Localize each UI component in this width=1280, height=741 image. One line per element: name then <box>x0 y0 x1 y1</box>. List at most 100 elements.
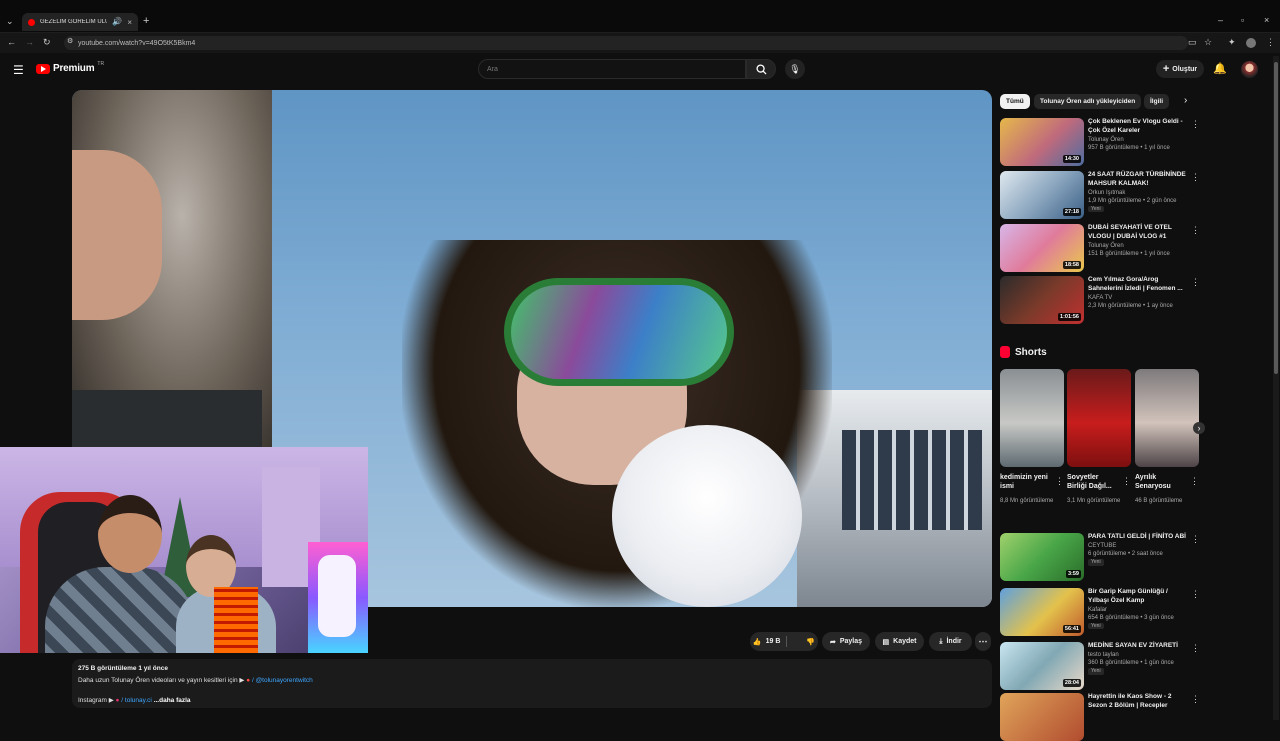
kebab-menu-icon[interactable]: ⋮ <box>1191 588 1200 600</box>
short-thumbnail[interactable] <box>1000 369 1064 467</box>
video-title[interactable]: PARA TATLI GELDİ | FİNİTO ABİ <box>1088 533 1190 542</box>
create-button[interactable]: + Oluştur <box>1156 60 1204 78</box>
site-info-icon[interactable]: ⚙ <box>67 38 73 45</box>
chips-next-icon[interactable]: › <box>1184 95 1187 106</box>
video-thumbnail[interactable]: 56:41 <box>1000 588 1084 636</box>
hamburger-menu-icon[interactable]: ☰ <box>13 63 24 77</box>
search-placeholder: Ara <box>487 65 498 73</box>
window-close-icon[interactable]: × <box>1264 16 1269 25</box>
browser-menu-icon[interactable]: ⋮ <box>1266 38 1275 47</box>
address-bar[interactable]: youtube.com/watch?v=49O5tK5Bkm4 <box>64 36 1188 50</box>
video-title[interactable]: 24 SAAT RÜZGAR TÜRBİNİNDE MAHSUR KALMAK! <box>1088 171 1190 189</box>
recommended-video[interactable]: 56:41 Bir Garip Kamp Günlüğü / Yılbaşı Öz… <box>1000 588 1200 636</box>
cast-icon[interactable]: ▭ <box>1188 38 1197 47</box>
video-thumbnail[interactable]: 27:18 <box>1000 171 1084 219</box>
share-button[interactable]: ➦ Paylaş <box>822 632 870 651</box>
tab-list-chevron-icon[interactable]: ⌄ <box>6 17 14 26</box>
short-views: 46 B görüntüleme <box>1135 498 1183 504</box>
recommended-video[interactable]: 1:01:56 Cem Yılmaz Gora/Arog Sahnelerini … <box>1000 276 1200 324</box>
tab-audio-icon[interactable]: 🔊 <box>112 18 122 26</box>
short-title[interactable]: kedimizin yeni ismi <box>1000 473 1052 491</box>
recommended-video[interactable]: 27:18 24 SAAT RÜZGAR TÜRBİNİNDE MAHSUR KA… <box>1000 171 1200 219</box>
save-button[interactable]: ▤ Kaydet <box>875 632 924 651</box>
forward-icon[interactable]: → <box>25 38 34 47</box>
new-badge: Yeni <box>1088 205 1104 213</box>
search-icon <box>755 63 767 75</box>
channel-name[interactable]: KAFA TV <box>1088 294 1190 302</box>
short-thumbnail[interactable] <box>1135 369 1199 467</box>
account-avatar[interactable] <box>1241 61 1258 78</box>
profile-icon[interactable] <box>1246 38 1256 48</box>
restore-icon[interactable]: ▫ <box>1241 16 1244 25</box>
tab-close-icon[interactable]: × <box>127 18 132 27</box>
channel-name[interactable]: testo taylan <box>1088 651 1190 659</box>
voice-search-button[interactable]: 🎙 <box>785 59 805 79</box>
like-button[interactable]: 👍 19 B 👎 <box>750 632 818 651</box>
video-title[interactable]: Çok Beklenen Ev Vlogu Geldi - Çok Özel K… <box>1088 118 1190 136</box>
short-kebab-icon[interactable]: ⋮ <box>1190 476 1199 487</box>
new-badge: Yeni <box>1088 622 1104 630</box>
url-text: youtube.com/watch?v=49O5tK5Bkm4 <box>78 39 196 47</box>
chip-related[interactable]: İlgili <box>1144 94 1169 109</box>
video-frame-windows <box>842 430 982 530</box>
video-title[interactable]: MEDİNE SAYAN EV ZİYARETİ <box>1088 642 1190 651</box>
video-thumbnail[interactable]: 28:04 <box>1000 642 1084 690</box>
notifications-bell-icon[interactable]: 🔔 <box>1213 62 1227 75</box>
chip-from-uploader[interactable]: Tolunay Ören adlı yükleyiciden <box>1034 94 1142 109</box>
recommended-video[interactable]: 14:30 Çok Beklenen Ev Vlogu Geldi - Çok Ö… <box>1000 118 1200 166</box>
recommended-video[interactable]: 3:59 PARA TATLI GELDİ | FİNİTO ABİ CEYTUBE… <box>1000 533 1200 581</box>
page-scrollbar-thumb[interactable] <box>1274 62 1278 374</box>
short-kebab-icon[interactable]: ⋮ <box>1055 476 1064 487</box>
chip-all[interactable]: Tümü <box>1000 94 1030 109</box>
recommended-video[interactable]: 18:58 DUBAİ SEYAHATİ VE OTEL VLOGU | DUBA… <box>1000 224 1200 272</box>
tab-title: GEZELİM GÖRELİM ULUDA... <box>40 19 108 25</box>
video-thumbnail[interactable]: 14:30 <box>1000 118 1084 166</box>
video-title[interactable]: Hayrettin ile Kaos Show - 2 Sezon 2 Bölü… <box>1088 693 1190 711</box>
kebab-menu-icon[interactable]: ⋮ <box>1191 171 1200 183</box>
bookmark-star-icon[interactable]: ☆ <box>1204 38 1212 47</box>
kebab-menu-icon[interactable]: ⋮ <box>1191 642 1200 654</box>
video-title[interactable]: Cem Yılmaz Gora/Arog Sahnelerini İzledi … <box>1088 276 1190 294</box>
kebab-menu-icon[interactable]: ⋮ <box>1191 533 1200 545</box>
video-thumbnail[interactable]: 1:01:56 <box>1000 276 1084 324</box>
kebab-menu-icon[interactable]: ⋮ <box>1191 224 1200 236</box>
channel-name[interactable]: Tolunay Ören <box>1088 136 1190 144</box>
video-thumbnail[interactable]: 18:58 <box>1000 224 1084 272</box>
shorts-logo-icon <box>1000 346 1010 358</box>
extensions-icon[interactable]: ✦ <box>1228 38 1236 47</box>
channel-link[interactable]: / @tolunayorentwitch <box>252 677 313 684</box>
channel-name[interactable]: Orkun Işıtmak <box>1088 189 1190 197</box>
minimize-icon[interactable]: – <box>1218 16 1223 25</box>
youtube-premium-logo[interactable]: Premium TR <box>36 61 104 74</box>
thumbs-down-icon[interactable]: 👎 <box>806 638 815 646</box>
search-button[interactable] <box>746 59 776 79</box>
search-input[interactable]: Ara <box>478 59 746 79</box>
video-title[interactable]: DUBAİ SEYAHATİ VE OTEL VLOGU | DUBAİ VLO… <box>1088 224 1190 242</box>
short-thumbnail[interactable] <box>1067 369 1131 467</box>
channel-name[interactable]: Kafalar <box>1088 606 1190 614</box>
video-thumbnail[interactable] <box>1000 693 1084 741</box>
browser-tab[interactable]: GEZELİM GÖRELİM ULUDA... 🔊 × <box>22 13 138 31</box>
reload-icon[interactable]: ↻ <box>43 38 51 47</box>
kebab-menu-icon[interactable]: ⋮ <box>1191 693 1200 705</box>
video-views: 2,3 Mn görüntüleme • 1 ay önce <box>1088 302 1173 309</box>
shorts-next-icon[interactable]: › <box>1193 422 1205 434</box>
download-button[interactable]: ⤓ İndir <box>929 632 972 651</box>
short-views: 3,1 Mn görüntüleme <box>1067 498 1121 504</box>
recommended-video[interactable]: Hayrettin ile Kaos Show - 2 Sezon 2 Bölü… <box>1000 693 1200 741</box>
short-title[interactable]: Sovyetler Birliği Dağıl... <box>1067 473 1119 491</box>
kebab-menu-icon[interactable]: ⋮ <box>1191 118 1200 130</box>
channel-name[interactable]: CEYTUBE <box>1088 542 1190 550</box>
short-kebab-icon[interactable]: ⋮ <box>1122 476 1131 487</box>
more-actions-button[interactable]: ⋯ <box>975 632 991 651</box>
video-title[interactable]: Bir Garip Kamp Günlüğü / Yılbaşı Özel Ka… <box>1088 588 1190 606</box>
video-thumbnail[interactable]: 3:59 <box>1000 533 1084 581</box>
recommended-video[interactable]: 28:04 MEDİNE SAYAN EV ZİYARETİ testo tayla… <box>1000 642 1200 690</box>
channel-name[interactable]: Tolunay Ören <box>1088 242 1190 250</box>
kebab-menu-icon[interactable]: ⋮ <box>1191 276 1200 288</box>
short-title[interactable]: Ayrılık Senaryosu <box>1135 473 1187 491</box>
instagram-link[interactable]: / tolunay.ci <box>121 697 152 704</box>
show-more-link[interactable]: ...daha fazla <box>154 697 191 704</box>
back-icon[interactable]: ← <box>7 38 16 47</box>
new-tab-button[interactable]: + <box>143 16 149 27</box>
